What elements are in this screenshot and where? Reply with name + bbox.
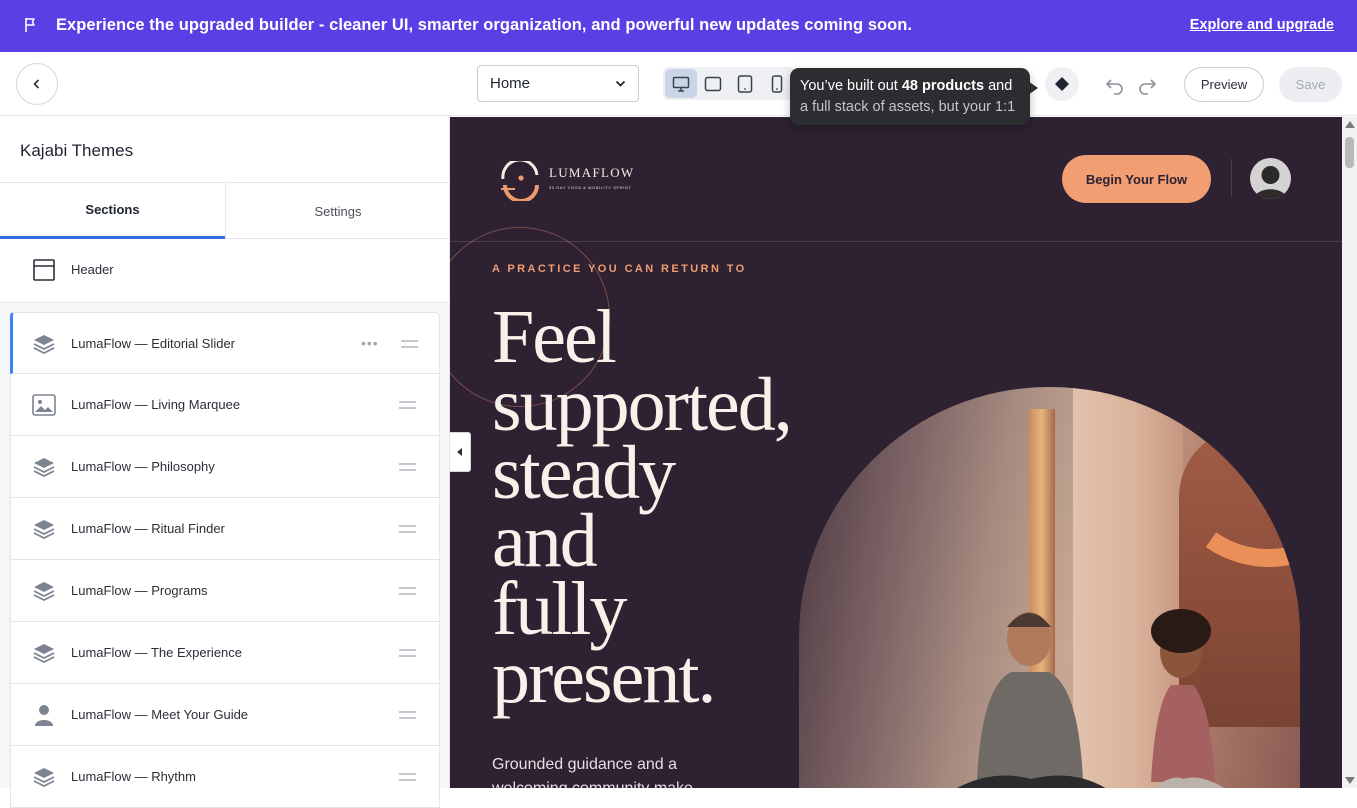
device-switcher bbox=[663, 67, 795, 100]
redo-icon[interactable] bbox=[1136, 74, 1158, 96]
begin-your-flow-button[interactable]: Begin Your Flow bbox=[1062, 155, 1211, 203]
caret-left-icon bbox=[457, 448, 462, 456]
header-layout-icon bbox=[33, 259, 55, 281]
drag-handle-icon[interactable] bbox=[399, 649, 416, 657]
drag-handle-icon[interactable] bbox=[401, 340, 418, 348]
tab-sections[interactable]: Sections bbox=[0, 183, 225, 239]
tablet-portrait-icon bbox=[737, 74, 753, 93]
section-label: LumaFlow — Meet Your Guide bbox=[71, 707, 249, 722]
collapse-sidebar-button[interactable] bbox=[450, 432, 471, 472]
user-avatar-icon bbox=[1254, 166, 1287, 199]
hero-image-arch bbox=[799, 387, 1300, 788]
layers-icon bbox=[33, 520, 55, 540]
tooltip-line-1: You’ve built out 48 products and bbox=[800, 78, 1013, 94]
section-item-editorial-slider[interactable]: LumaFlow — Editorial Slider ••• bbox=[10, 312, 440, 374]
section-label: LumaFlow — Ritual Finder bbox=[71, 521, 225, 536]
section-item-living-marquee[interactable]: LumaFlow — Living Marquee bbox=[10, 374, 440, 436]
sidebar-tabs: Sections Settings bbox=[0, 182, 449, 239]
logo-tagline: 30 DAY YOGA & MOBILITY SPRINT bbox=[549, 185, 632, 190]
tooltip-line-2: a full stack of assets, but your 1:1 bbox=[800, 99, 1016, 115]
people-sitting-image bbox=[956, 609, 1225, 788]
mobile-icon bbox=[771, 74, 783, 93]
header-section-item[interactable]: Header bbox=[0, 240, 449, 302]
ai-assistant-button[interactable] bbox=[1045, 67, 1079, 101]
section-item-programs[interactable]: LumaFlow — Programs bbox=[10, 560, 440, 622]
page-preview-canvas[interactable]: LUMAFLOW 30 DAY YOGA & MOBILITY SPRINT B… bbox=[450, 117, 1342, 788]
section-label: LumaFlow — Programs bbox=[71, 583, 208, 598]
section-item-rhythm[interactable]: LumaFlow — Rhythm bbox=[10, 746, 440, 808]
more-options-icon[interactable]: ••• bbox=[361, 335, 379, 351]
tablet-landscape-view-button[interactable] bbox=[697, 69, 729, 98]
drag-handle-icon[interactable] bbox=[399, 401, 416, 409]
builder-toolbar: Home You’ve built out 48 products and a … bbox=[0, 52, 1357, 125]
scroll-up-arrow-icon[interactable] bbox=[1345, 121, 1355, 128]
flag-icon bbox=[25, 18, 35, 32]
page-select-value: Home bbox=[490, 75, 531, 92]
layers-icon bbox=[33, 582, 55, 602]
sidebar-title: Kajabi Themes bbox=[20, 141, 134, 160]
scroll-down-arrow-icon[interactable] bbox=[1345, 777, 1355, 784]
header-label: Header bbox=[71, 262, 114, 277]
tablet-landscape-icon bbox=[704, 76, 722, 91]
upgrade-banner: Experience the upgraded builder - cleane… bbox=[0, 0, 1357, 52]
lumaflow-logo-mark-icon bbox=[501, 161, 539, 201]
drag-handle-icon[interactable] bbox=[399, 463, 416, 471]
chevron-left-icon bbox=[33, 79, 40, 89]
page-select[interactable]: Home bbox=[477, 65, 639, 102]
desktop-view-button[interactable] bbox=[665, 69, 697, 98]
mobile-view-button[interactable] bbox=[761, 69, 793, 98]
layers-icon bbox=[33, 644, 55, 664]
section-label: LumaFlow — Editorial Slider bbox=[71, 336, 236, 351]
logo-name: LUMAFLOW bbox=[549, 165, 635, 180]
hero-subtitle: Grounded guidance and a welcoming commun… bbox=[492, 756, 693, 788]
header-divider bbox=[1231, 159, 1232, 197]
drag-handle-icon[interactable] bbox=[399, 525, 416, 533]
scrollbar-thumb[interactable] bbox=[1345, 137, 1354, 168]
drag-handle-icon[interactable] bbox=[399, 711, 416, 719]
image-icon bbox=[32, 394, 56, 416]
ai-tooltip: You’ve built out 48 products and a full … bbox=[790, 68, 1030, 125]
preview-scrollbar[interactable] bbox=[1342, 117, 1357, 788]
avatar[interactable] bbox=[1250, 158, 1291, 199]
section-label: LumaFlow — The Experience bbox=[71, 645, 243, 660]
tab-settings[interactable]: Settings bbox=[225, 183, 449, 239]
tooltip-arrow bbox=[1028, 81, 1038, 95]
undo-icon[interactable] bbox=[1104, 74, 1126, 96]
chevron-down-icon bbox=[615, 80, 626, 87]
lumaflow-logo[interactable]: LUMAFLOW 30 DAY YOGA & MOBILITY SPRINT bbox=[499, 161, 649, 201]
layers-icon bbox=[33, 768, 55, 788]
layers-icon bbox=[33, 458, 55, 478]
site-header: LUMAFLOW 30 DAY YOGA & MOBILITY SPRINT B… bbox=[450, 117, 1342, 242]
layers-icon bbox=[33, 335, 55, 355]
hero-eyebrow: A PRACTICE YOU CAN RETURN TO bbox=[492, 263, 747, 275]
tablet-portrait-view-button[interactable] bbox=[729, 69, 761, 98]
diamond-icon bbox=[1055, 77, 1069, 91]
section-item-the-experience[interactable]: LumaFlow — The Experience bbox=[10, 622, 440, 684]
section-item-meet-your-guide[interactable]: LumaFlow — Meet Your Guide bbox=[10, 684, 440, 746]
section-list: LumaFlow — Editorial Slider ••• LumaFlow… bbox=[10, 312, 440, 808]
section-label: LumaFlow — Living Marquee bbox=[71, 397, 241, 412]
save-button[interactable]: Save bbox=[1279, 67, 1342, 102]
section-label: LumaFlow — Philosophy bbox=[71, 459, 215, 474]
hero-line: Feel bbox=[492, 295, 617, 379]
banner-message: Experience the upgraded builder - cleane… bbox=[56, 16, 913, 34]
drag-handle-icon[interactable] bbox=[399, 587, 416, 595]
section-label: LumaFlow — Rhythm bbox=[71, 769, 196, 784]
person-icon bbox=[35, 705, 53, 726]
section-item-ritual-finder[interactable]: LumaFlow — Ritual Finder bbox=[10, 498, 440, 560]
back-button[interactable] bbox=[16, 63, 58, 105]
section-item-philosophy[interactable]: LumaFlow — Philosophy bbox=[10, 436, 440, 498]
drag-handle-icon[interactable] bbox=[399, 773, 416, 781]
explore-upgrade-link[interactable]: Explore and upgrade bbox=[1190, 17, 1334, 33]
desktop-icon bbox=[672, 76, 690, 92]
preview-button[interactable]: Preview bbox=[1184, 67, 1264, 102]
